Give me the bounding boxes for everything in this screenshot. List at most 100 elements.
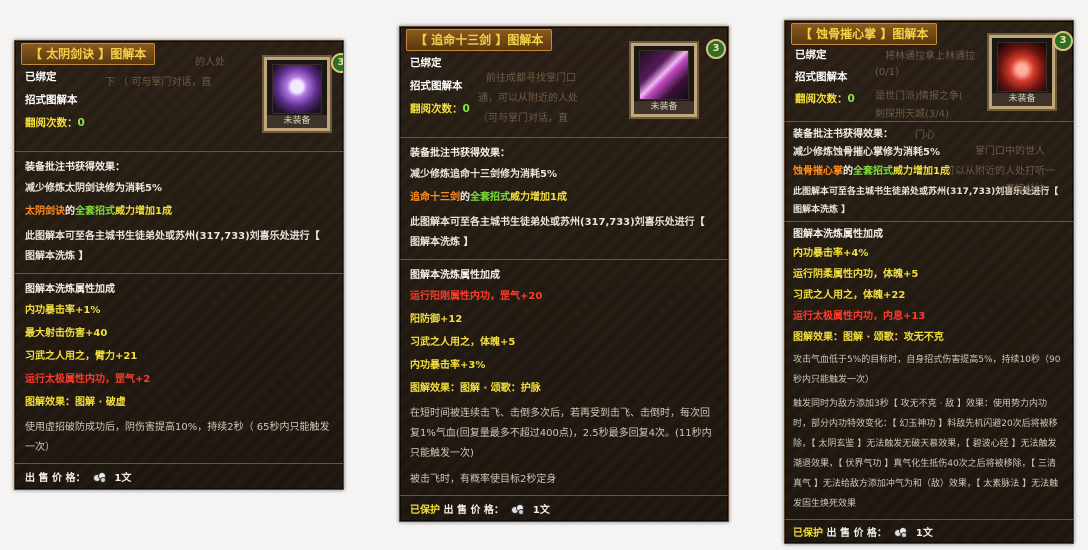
tooltip-panel-taiyin: 【 太阴剑诀 】图解本 的人处 下 （ 可与掌门对话，直 已绑定 招式图解本 翻… [14,40,344,490]
read-count: 翻阅次数：0 [15,113,85,133]
skill-name: 太阴剑诀 [25,206,65,217]
background-quest-text: 是世门派)情报之争( [875,91,963,102]
bound-status: 已绑定 [410,57,442,69]
wash-stat: 内功暴击率+4% [793,248,869,259]
annotation-power: 太阴剑诀的全套招式威力增加1成 [15,200,343,223]
connector-text: 的 [843,166,853,177]
read-count: 翻阅次数：0 [785,89,855,109]
item-type: 招式图解本 [795,71,848,83]
connector-text: 的 [460,192,470,203]
background-quest-text: 前往成都寻找掌门口 [486,73,576,84]
annotation-section: 门心 掌门口中的世人 可以从附近的人处打听一 直接前往 装备批注书获得效果： 减… [785,121,1073,221]
item-title: 【 太阴剑诀 】图解本 [21,43,156,65]
read-count: 翻阅次数：0 [400,99,470,119]
background-quest-text: 门心 [915,130,935,141]
wash-section: 图解本洗炼属性加成 运行阳刚属性内功，罡气+20 阳防御+12 习武之人用之，体… [400,259,728,493]
panel-header: 【 蚀骨摧心掌 】图解本 将林通拉拿上林通拉 (0/1) 是世门派)情报之争( … [785,21,1073,121]
sell-price: 已保护 出 售 价 格： 1文 [400,495,728,521]
power-bonus-text: 威力增加1成 [510,192,567,203]
wash-stat: 习武之人用之，臂力+21 [25,351,138,362]
price-label: 出 售 价 格： [25,473,86,484]
wash-effect-name: 图解效果：图解 · 颂歌：护脉 [410,383,541,394]
wash-stat: 运行阴柔属性内功，体魄+5 [793,269,919,280]
all-moves-text: 全套招式 [470,192,510,203]
price-value: 1文 [114,473,132,484]
wash-stat: 运行太极属性内功，内息+13 [793,311,926,322]
wash-effect-desc: 攻击气血低于5%的目标时，自身招式伤害提高5%，持续10秒（90秒内只能触发一次… [793,355,1061,385]
protected-label: 已保护 [410,505,440,516]
background-quest-text: 将林通拉拿上林通拉 [885,51,975,62]
coin-icon [92,472,106,483]
wash-stat: 运行太极属性内功，罡气+2 [25,374,151,385]
wash-heading: 图解本洗炼属性加成 [410,270,500,281]
annotation-section: 装备批注书获得效果： 减少修炼太阴剑诀修为消耗5% 太阴剑诀的全套招式威力增加1… [15,151,343,273]
price-value: 1文 [532,505,550,516]
tooltip-panel-zhuiming: 【 追命十三剑 】图解本 前往成都寻找掌门口 通，可以从附近的人处 （可与掌门对… [399,26,729,522]
claw-hand-icon [997,42,1047,92]
tooltip-panel-shigu: 【 蚀骨摧心掌 】图解本 将林通拉拿上林通拉 (0/1) 是世门派)情报之争( … [784,20,1074,544]
annotation-effect: 减少修炼太阴剑诀修为消耗5% [25,183,162,194]
grade-badge-icon: 3 [331,53,343,73]
annotation-section: 装备批注书获得效果： 减少修炼追命十三剑修为消耗5% 追命十三剑的全套招式威力增… [400,137,728,259]
read-count-value: 0 [847,93,855,105]
background-quest-text: 的人处 [195,57,225,68]
wash-stat: 习武之人用之，体魄+22 [793,290,906,301]
equip-status-label: 未装备 [267,115,327,128]
wash-location-note: 此图解本可至各主城书生徒弟处或苏州(317,733)刘喜乐处进行【 图解本洗炼 … [410,217,705,248]
grade-badge-icon: 3 [706,39,726,59]
wash-effect-desc: 在短时间被连续击飞、击倒多次后，若再受到击飞、击倒时，每次回复1%气血(回复量最… [410,408,712,459]
wash-effect-name: 图解效果：图解 · 破虚 [25,397,126,408]
read-count-label: 翻阅次数： [25,117,78,129]
read-count-value: 0 [77,117,85,129]
bound-status: 已绑定 [25,71,57,83]
coin-icon [894,527,908,538]
item-icon-slot[interactable]: 未装备 [631,43,697,117]
sword-blade-icon [639,50,689,100]
sell-price: 已保护 出 售 价 格： 1文 [785,519,1073,543]
power-bonus-text: 威力增加1成 [893,166,950,177]
wash-effect-desc: 使用虚招破防成功后，阴伤害提高10%，持续2秒（ 65秒内只能触发一次） [25,422,330,453]
item-title: 【 蚀骨摧心掌 】图解本 [791,23,938,45]
wash-stat: 最大射击伤害+40 [25,328,108,339]
wash-section: 图解本洗炼属性加成 内功暴击率+1% 最大射击伤害+40 习武之人用之，臂力+2… [15,273,343,464]
annotation-effect: 减少修炼追命十三剑修为消耗5% [410,169,557,180]
equip-status-label: 未装备 [992,93,1052,106]
grade-badge-icon: 3 [1053,31,1073,51]
read-count-label: 翻阅次数： [410,103,463,115]
bound-status: 已绑定 [795,49,827,61]
annotation-heading: 装备批注书获得效果： [25,162,125,173]
wash-heading: 图解本洗炼属性加成 [25,284,115,295]
wash-stat: 内功暴击率+3% [410,360,486,371]
item-icon-slot[interactable]: 未装备 [989,35,1055,109]
price-label: 出 售 价 格： [826,528,887,539]
price-value: 1文 [915,528,933,539]
background-quest-text: 下 （ 可与掌门对话，直 [105,77,212,88]
wash-effect-name: 图解效果：图解 · 颂歌：攻无不克 [793,332,944,343]
wash-stat: 阳防御+12 [410,314,463,325]
power-bonus-text: 威力增加1成 [115,206,172,217]
item-icon-slot[interactable]: 未装备 [264,57,330,131]
wash-heading: 图解本洗炼属性加成 [793,229,883,240]
wash-effect-extra: 被击飞时，有概率使目标2秒定身 [410,474,557,485]
sell-price: 出 售 价 格： 1文 [15,463,343,489]
wash-location-note: 此图解本可至各主城书生徒弟处或苏州(317,733)刘喜乐处进行【 图解本洗炼 … [25,231,320,262]
read-count-label: 翻阅次数： [795,93,848,105]
background-quest-text: 通，可以从附近的人处 [478,93,578,104]
item-type: 招式图解本 [410,80,463,92]
panel-header: 【 追命十三剑 】图解本 前往成都寻找掌门口 通，可以从附近的人处 （可与掌门对… [400,27,728,137]
background-quest-text: 刺探刑天城(3/4) [875,109,949,120]
wash-stat: 内功暴击率+1% [25,305,101,316]
price-label: 出 售 价 格： [443,505,504,516]
background-quest-text: 掌门口中的世人 [975,146,1045,157]
connector-text: 的 [65,206,75,217]
annotation-power: 追命十三剑的全套招式威力增加1成 [400,186,728,209]
background-quest-text: （可与掌门对话，直 [478,113,568,124]
background-quest-text: 可以从附近的人处打听一 [945,166,1055,177]
read-count-value: 0 [462,103,470,115]
wash-stat: 运行阳刚属性内功，罡气+20 [410,291,543,302]
wash-effect-extra: 触发同时为敌方添加3秒【 攻无不克 · 敌 】效果：使用势力内功时，部分内功特效… [793,399,1059,509]
all-moves-text: 全套招式 [853,166,893,177]
coin-icon [511,504,525,515]
background-quest-text: (0/1) [875,67,899,78]
wash-section: 图解本洗炼属性加成 内功暴击率+4% 运行阴柔属性内功，体魄+5 习武之人用之，… [785,221,1073,516]
